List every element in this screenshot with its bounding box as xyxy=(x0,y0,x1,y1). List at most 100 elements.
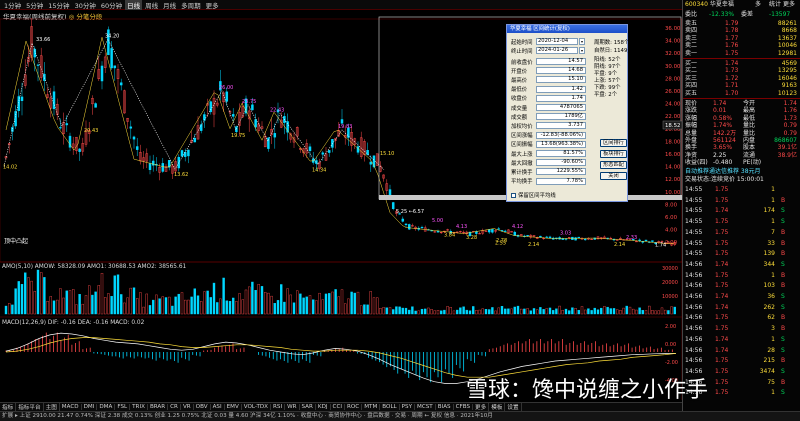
level-label: 买三 xyxy=(685,74,698,82)
price-axis-label: 18.00 xyxy=(665,139,681,145)
amo-bar xyxy=(539,307,542,315)
indicator-tab-21[interactable]: MTM xyxy=(362,404,381,410)
indicator-tab-23[interactable]: PSY xyxy=(400,404,416,410)
amo-bar xyxy=(564,308,568,315)
pivot-price-label: 23.75 xyxy=(242,99,256,105)
indicator-tab-20[interactable]: ROC xyxy=(345,404,363,410)
amo-bar xyxy=(183,299,187,315)
stock-code: 600340 xyxy=(685,1,708,8)
start-time-label: 起始时间 xyxy=(511,39,533,46)
candle-body xyxy=(267,137,270,149)
indicator-tab-11[interactable]: OBV xyxy=(194,404,211,410)
stat-label: 累计换手 xyxy=(511,169,533,176)
indicator-tab-5[interactable]: DMA xyxy=(97,404,116,410)
amo-bar xyxy=(404,307,408,315)
candle-body xyxy=(129,126,133,129)
indicator-tab-4[interactable]: DMI xyxy=(82,404,98,410)
amo-bar xyxy=(545,308,548,315)
amo-bar xyxy=(548,307,552,315)
pivot-price-label: 4.12 xyxy=(512,224,523,230)
indicator-tab-18[interactable]: KDJ xyxy=(316,404,331,410)
quote-tab-0[interactable]: 多 xyxy=(755,1,761,8)
macd-axis-label: 0.00 xyxy=(665,342,676,348)
quote-stat-label: 涨跌 xyxy=(685,107,698,115)
calendar-icon[interactable]: ▾ xyxy=(579,38,585,45)
tick-time: 14:55 xyxy=(685,239,703,247)
amo-bar xyxy=(107,293,110,315)
amo-bar xyxy=(484,309,488,315)
amo-bar xyxy=(46,301,49,315)
amo-bar xyxy=(340,289,344,315)
amo-bar xyxy=(628,306,632,315)
indicator-tab-25[interactable]: BIAS xyxy=(436,404,454,410)
indicator-tab-8[interactable]: BRAR xyxy=(148,404,169,410)
amo-bar xyxy=(382,307,385,315)
stat-row: 最低价 1.42 xyxy=(511,85,586,93)
indicator-tab-12[interactable]: ASI xyxy=(211,404,225,410)
amo-bar xyxy=(449,307,452,315)
indicator-tab-6[interactable]: FSL xyxy=(115,404,131,410)
dialog-button-2[interactable]: 形态匹配 xyxy=(600,161,627,169)
candle-body xyxy=(391,202,395,209)
dialog-button-3[interactable]: 关闭 xyxy=(600,172,627,180)
tick-time: 14:55 xyxy=(685,250,703,258)
keep-avg-checkbox[interactable] xyxy=(511,192,516,198)
indicator-tab-0[interactable]: 指标 xyxy=(0,403,17,411)
indicator-tab-3[interactable]: MACD xyxy=(60,404,82,410)
amo-bar xyxy=(254,290,257,315)
tick-row: 14:55 1.75 139 B xyxy=(685,250,799,257)
amo-bar xyxy=(638,307,641,315)
stat-row: 区间振幅 13.68(963.38%) xyxy=(511,140,586,148)
indicator-tab-13[interactable]: EMV xyxy=(225,404,242,410)
indicator-tab-28[interactable]: 模板 xyxy=(489,403,506,411)
start-time-input[interactable]: 2020-12-04 xyxy=(536,38,578,45)
indicator-tab-22[interactable]: BOLL xyxy=(380,404,400,410)
indicator-tab-9[interactable]: CR xyxy=(168,404,181,410)
diff-label: 委差 xyxy=(741,11,754,18)
pivot-price-label: 5.25 ←6.57 xyxy=(396,209,424,215)
amo-bar xyxy=(116,274,120,315)
indicator-tab-16[interactable]: WR xyxy=(285,404,300,410)
indicator-tab-17[interactable]: SAR xyxy=(300,404,316,410)
news-line[interactable]: 自动推荐通达信推荐 38元月 xyxy=(685,168,799,175)
status-bar: 扩展 ▸ 上证 2910.00 21.47 0.74% 深证 2.38 成交 0… xyxy=(0,411,800,421)
indicator-tab-10[interactable]: VR xyxy=(181,404,194,410)
amo-bar xyxy=(244,289,248,315)
amo-bar xyxy=(315,300,318,315)
quote-tab-2[interactable]: 更多 xyxy=(783,1,795,8)
level-label: 买五 xyxy=(685,89,698,97)
amo-bar xyxy=(507,308,510,315)
calendar-icon[interactable]: ▾ xyxy=(579,47,585,54)
end-time-input[interactable]: 2024-01-26 xyxy=(536,47,578,54)
quote-tab-1[interactable]: 统计 xyxy=(769,1,781,8)
tick-direction: S xyxy=(781,367,785,375)
quote-stat-label: 收益(四) xyxy=(685,159,708,167)
indicator-tab-26[interactable]: CFBS xyxy=(454,404,474,410)
indicator-tab-7[interactable]: TRIX xyxy=(130,404,148,410)
tick-price: 1.75 xyxy=(715,228,729,236)
indicator-tab-29[interactable]: 设置 xyxy=(505,403,522,411)
indicator-tab-1[interactable]: 指标平台 xyxy=(16,403,44,411)
indicator-tab-19[interactable]: CCI xyxy=(331,404,346,410)
indicator-tab-14[interactable]: VOL-TDX xyxy=(242,404,272,410)
tick-time: 14:56 xyxy=(685,335,703,343)
dialog-button-0[interactable]: 区间排行 xyxy=(600,139,627,147)
divider xyxy=(683,58,800,59)
order-book-row: 买三 1.72 16046 xyxy=(685,75,799,82)
amo-bar xyxy=(174,296,177,315)
tick-row: 14:56 1.75 1 B xyxy=(685,272,799,279)
amo-bar xyxy=(100,273,104,315)
divider xyxy=(683,98,800,99)
summary-item: 平盘: 2个 xyxy=(594,92,618,98)
pivot-price-label: 26.00 xyxy=(219,85,233,91)
quote-stat-row: 净资 2.25 流通 38.9亿 xyxy=(685,152,799,159)
indicator-tab-24[interactable]: MCST xyxy=(415,404,436,410)
dialog-button-1[interactable]: 板块排行 xyxy=(600,150,627,158)
candle-body xyxy=(526,235,529,237)
amo-bar xyxy=(312,299,315,315)
amo-bar xyxy=(161,296,165,315)
indicator-tab-2[interactable]: 主图 xyxy=(44,403,60,411)
indicator-tab-15[interactable]: RSI xyxy=(271,404,286,410)
amo-bar xyxy=(497,307,500,315)
indicator-tab-27[interactable]: 更多 xyxy=(473,403,490,411)
